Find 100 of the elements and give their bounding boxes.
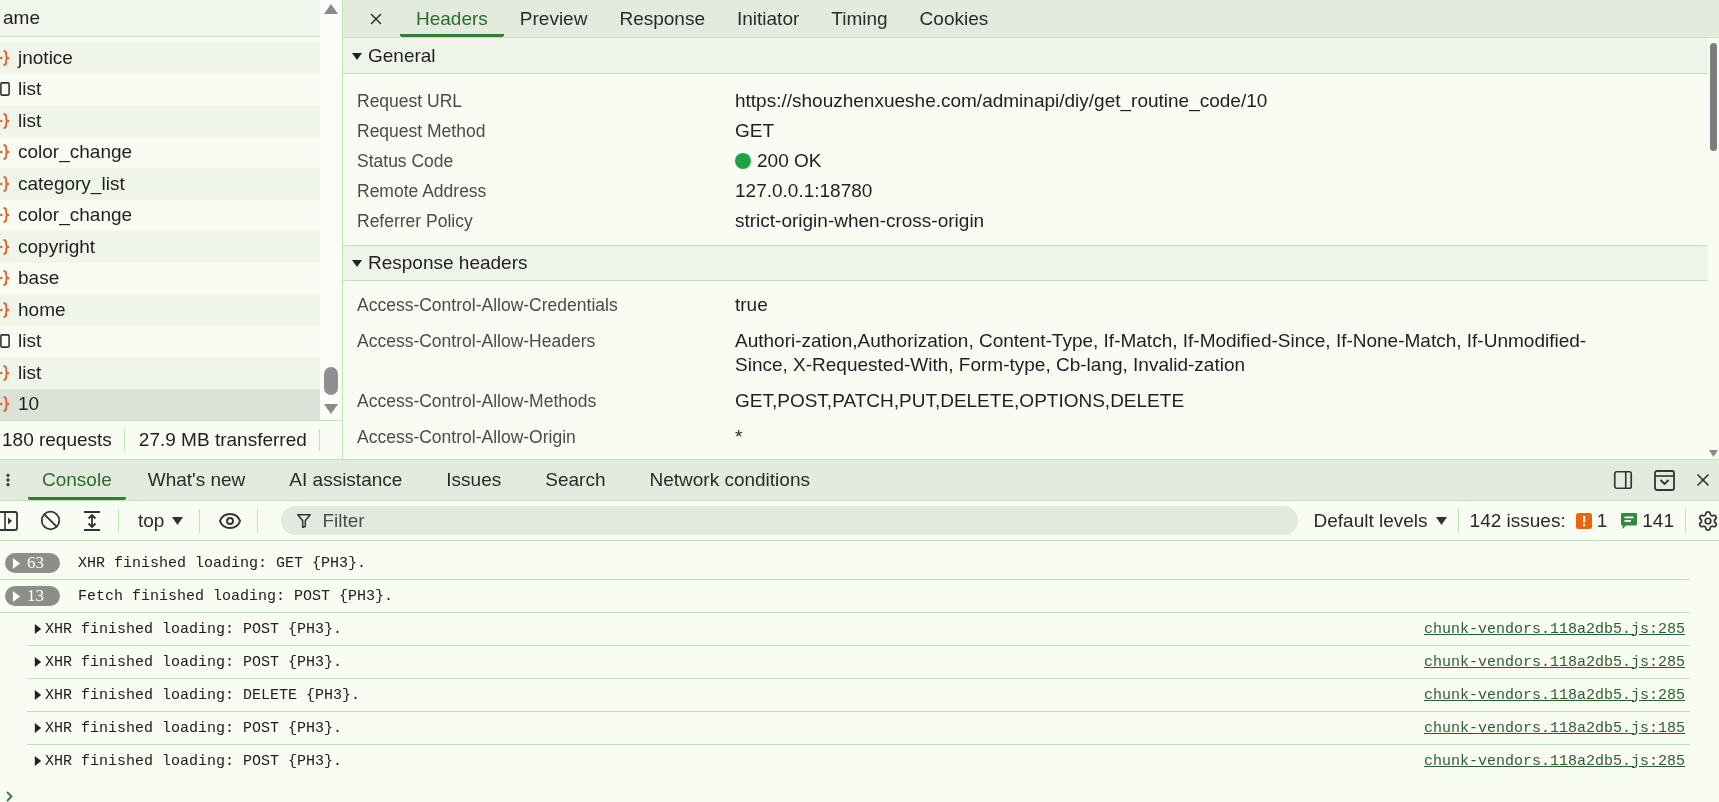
braces-icon — [0, 144, 10, 161]
braces-icon — [0, 364, 10, 381]
scrollbar-track[interactable] — [320, 0, 342, 420]
console-message: XHR finished loading: GET {PH3}. — [78, 554, 367, 572]
levels-dropdown[interactable]: Default levels — [1311, 507, 1449, 534]
console-row[interactable]: 63 XHR finished loading: GET {PH3}. — [0, 547, 1690, 580]
triangle-icon — [12, 557, 21, 569]
scroll-down-icon[interactable] — [324, 404, 338, 414]
triangle-icon — [34, 723, 42, 733]
tab[interactable]: What's new — [125, 460, 268, 500]
header-name: Request Method — [357, 120, 486, 143]
header-name: Access-Control-Allow-Credentials — [357, 294, 618, 317]
request-name: copyright — [18, 235, 96, 258]
request-name: category_list — [18, 172, 125, 195]
header-name: Access-Control-Allow-Origin — [357, 426, 576, 449]
scrollbar-thumb[interactable] — [1710, 43, 1717, 151]
header-name: Remote Address — [357, 180, 487, 203]
tab[interactable]: Issues — [424, 460, 524, 500]
braces-icon — [0, 112, 10, 129]
request-row[interactable]: 10 — [0, 388, 320, 420]
braces-icon — [0, 175, 10, 192]
issues-counter[interactable]: 142 issues: 1 141 — [1467, 507, 1676, 534]
source-link[interactable]: chunk-vendors.118a2db5.js:285 — [1423, 653, 1685, 671]
request-name: jnotice — [18, 46, 73, 69]
caret-icon — [1435, 516, 1447, 525]
drawer-icon[interactable] — [1654, 469, 1675, 491]
request-row[interactable]: home — [0, 294, 320, 326]
message-icon — [1621, 512, 1638, 529]
request-row[interactable]: list — [0, 105, 320, 137]
tab[interactable]: Console — [28, 460, 126, 500]
header-value: 200 OK — [757, 149, 822, 173]
header-value: 127.0.0.1:18780 — [735, 179, 873, 203]
section-title: General — [368, 45, 436, 67]
header-name: Access-Control-Allow-Headers — [357, 330, 596, 353]
braces-icon — [0, 301, 10, 318]
dock-side-icon[interactable] — [1612, 469, 1634, 491]
header-value: * — [735, 425, 743, 449]
scroll-down-icon[interactable] — [1709, 450, 1718, 457]
settings-icon[interactable] — [1697, 509, 1719, 532]
request-row[interactable]: copyright — [0, 231, 320, 263]
header-name: Request URL — [357, 90, 463, 113]
sidebar-icon[interactable] — [0, 510, 18, 531]
scroll-icon[interactable] — [83, 510, 101, 531]
filter-icon — [297, 513, 312, 528]
request-row[interactable]: jnotice — [0, 42, 320, 74]
tab[interactable]: Response — [603, 0, 721, 37]
filter-field[interactable]: Filter — [281, 506, 1298, 535]
request-name: home — [18, 298, 66, 321]
console-row[interactable]: 13 Fetch finished loading: POST {PH3}. — [0, 580, 1690, 613]
column-header[interactable]: ame — [0, 0, 320, 37]
header-value: strict-origin-when-cross-origin — [735, 209, 985, 233]
request-name: list — [18, 109, 42, 132]
caret-icon — [172, 516, 184, 525]
triangle-icon — [34, 756, 42, 766]
document-icon — [0, 81, 10, 98]
prompt-chevron-icon — [6, 791, 13, 802]
header-value: GET,POST,PATCH,PUT,DELETE,OPTIONS,DELETE — [735, 389, 1185, 413]
transferred-size: 27.9 MB transferred — [137, 429, 308, 451]
scrollbar-thumb[interactable] — [324, 367, 338, 395]
console-message: XHR finished loading: POST {PH3}. — [45, 653, 343, 671]
request-name: 10 — [18, 393, 40, 416]
message-count: 63 — [27, 553, 44, 573]
section-title: Response headers — [368, 252, 528, 274]
request-name: list — [18, 361, 42, 384]
message-count: 13 — [27, 586, 44, 606]
tab[interactable]: Cookies — [903, 0, 1005, 37]
request-name: base — [18, 267, 60, 290]
request-row[interactable]: category_list — [0, 168, 320, 200]
section-header[interactable]: General — [343, 38, 1708, 74]
console-message: XHR finished loading: POST {PH3}. — [45, 620, 343, 638]
header-name: Referrer Policy — [357, 210, 473, 233]
source-link[interactable]: chunk-vendors.118a2db5.js:285 — [1423, 620, 1685, 638]
header-value: https://shouzhenxueshe.com/adminapi/diy/get_routine_code/10 — [735, 89, 1268, 113]
braces-icon — [0, 207, 10, 224]
tab[interactable]: Search — [523, 460, 628, 500]
header-name: Status Code — [357, 150, 454, 173]
context-selector[interactable]: top — [136, 507, 186, 534]
braces-icon — [0, 270, 10, 287]
console-message: XHR finished loading: POST {PH3}. — [45, 719, 343, 737]
scroll-up-icon[interactable] — [324, 4, 338, 14]
request-row[interactable]: list — [0, 357, 320, 389]
triangle-icon — [12, 590, 21, 602]
triangle-icon — [34, 624, 42, 634]
triangle-icon — [34, 690, 42, 700]
tab[interactable]: Preview — [503, 0, 604, 37]
tab[interactable]: Network conditions — [627, 460, 832, 500]
console-message: XHR finished loading: DELETE {PH3}. — [45, 686, 361, 704]
tab[interactable]: AI assistance — [267, 460, 425, 500]
source-link[interactable]: chunk-vendors.118a2db5.js:185 — [1423, 719, 1685, 737]
clear-icon[interactable] — [40, 510, 61, 531]
tab[interactable]: Initiator — [720, 0, 816, 37]
header-value: GET — [735, 119, 775, 143]
tab[interactable]: Timing — [815, 0, 904, 37]
header-value: true — [735, 293, 768, 317]
source-link[interactable]: chunk-vendors.118a2db5.js:285 — [1423, 686, 1685, 704]
section-header[interactable]: Response headers — [343, 245, 1708, 281]
console-message: XHR finished loading: POST {PH3}. — [45, 752, 343, 770]
source-link[interactable]: chunk-vendors.118a2db5.js:285 — [1423, 752, 1685, 770]
document-icon — [0, 333, 10, 350]
warning-icon — [1575, 512, 1592, 529]
